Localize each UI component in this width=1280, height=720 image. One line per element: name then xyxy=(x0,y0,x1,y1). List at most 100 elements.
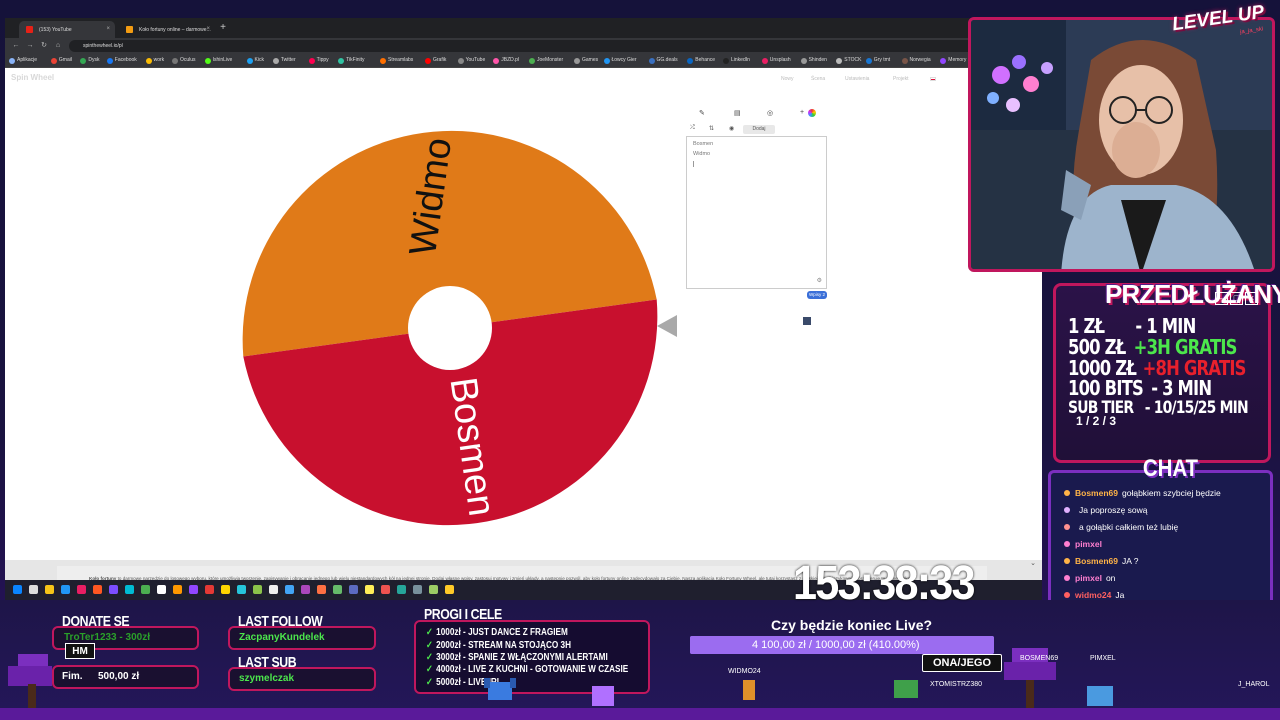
browser-capture: (153) YouTube × Koło fortuny online – da… xyxy=(5,18,1042,598)
taskbar-app-icon[interactable] xyxy=(333,585,342,594)
new-tab-button[interactable]: + xyxy=(217,22,229,34)
color-wheel-icon[interactable] xyxy=(808,109,816,117)
taskbar-app-icon[interactable] xyxy=(381,585,390,594)
taskbar-app-icon[interactable] xyxy=(45,585,54,594)
plus-icon[interactable]: + xyxy=(800,109,804,116)
clipboard-icon[interactable]: ▤ xyxy=(734,109,741,117)
badge-icon xyxy=(1064,507,1070,513)
taskbar-app-icon[interactable] xyxy=(429,585,438,594)
taskbar-app-icon[interactable] xyxy=(173,585,182,594)
tab-wheel[interactable]: Koło fortuny online – darmowe... × xyxy=(119,21,215,38)
bookmark-item[interactable]: Dysk xyxy=(80,57,100,64)
chat-text: a gołąbki całkiem też lubię xyxy=(1079,522,1179,532)
bookmark-item[interactable]: Gmail xyxy=(50,57,72,64)
chat-text: Ja poproszę sową xyxy=(1079,505,1148,515)
cursor-square xyxy=(803,317,811,325)
settings-icon[interactable]: ⚙ xyxy=(817,277,822,284)
home-icon[interactable]: ⌂ xyxy=(53,41,63,51)
taskbar-app-icon[interactable] xyxy=(413,585,422,594)
nav-project[interactable]: Projekt xyxy=(893,76,909,82)
image-icon[interactable]: ◉ xyxy=(729,125,734,132)
taskbar-app-icon[interactable] xyxy=(109,585,118,594)
bookmark-item[interactable]: Unsplash xyxy=(761,57,791,64)
sub-tier-levels: 1 / 2 / 3 xyxy=(1076,414,1117,428)
taskbar-app-icon[interactable] xyxy=(269,585,278,594)
last-sub-value: szymelczak xyxy=(239,673,295,684)
bookmark-item[interactable]: STOCK xyxy=(836,57,861,64)
taskbar-app-icon[interactable] xyxy=(29,585,38,594)
chevron-down-icon[interactable]: ⌄ xyxy=(1030,559,1036,567)
donate-value: TroTer1233 - 300zł xyxy=(64,632,150,643)
bookmark-item[interactable]: Grafik xyxy=(425,57,446,64)
bookmark-item[interactable]: YouTube xyxy=(457,57,485,64)
bookmark-item[interactable]: TikFinity xyxy=(338,57,365,64)
reload-icon[interactable]: ↻ xyxy=(39,41,49,51)
taskbar-app-icon[interactable] xyxy=(445,585,454,594)
taskbar-app-icon[interactable] xyxy=(13,585,22,594)
bookmark-item[interactable]: IshinLive xyxy=(204,57,232,64)
taskbar-app-icon[interactable] xyxy=(253,585,262,594)
taskbar-app-icon[interactable] xyxy=(77,585,86,594)
taskbar-app-icon[interactable] xyxy=(397,585,406,594)
bookmark-item[interactable]: LinkedIn xyxy=(723,57,750,64)
check-icon: ✓ xyxy=(426,640,433,651)
taskbar-app-icon[interactable] xyxy=(61,585,70,594)
chat-username: pimxel xyxy=(1075,539,1102,549)
taskbar-app-icon[interactable] xyxy=(301,585,310,594)
sort-icon[interactable]: ⇅ xyxy=(709,125,714,132)
site-logo[interactable]: Spin Wheel xyxy=(11,73,54,82)
polish-flag-icon[interactable] xyxy=(930,77,936,81)
bookmark-item[interactable]: JoeMonster xyxy=(529,57,563,64)
pixel-name: WIDMO24 xyxy=(728,668,761,675)
pencil-icon[interactable]: ✎ xyxy=(699,109,705,117)
taskbar-app-icon[interactable] xyxy=(125,585,134,594)
close-tab-icon[interactable]: × xyxy=(106,26,110,32)
nav-settings[interactable]: Ustawienia xyxy=(845,76,869,82)
taskbar-app-icon[interactable] xyxy=(93,585,102,594)
spin-wheel[interactable]: Widmo Bosmen xyxy=(241,119,659,537)
bookmark-item[interactable]: Streamlabs xyxy=(380,57,413,64)
row-reward: - 3 MIN xyxy=(1151,376,1212,400)
taskbar-app-icon[interactable] xyxy=(189,585,198,594)
bookmark-item[interactable]: JBZD.pl xyxy=(493,57,519,64)
taskbar-app-icon[interactable] xyxy=(237,585,246,594)
bookmark-item[interactable]: Facebook xyxy=(106,57,137,64)
entries-count-badge: Wpisy 2 xyxy=(807,291,827,299)
close-tab-icon[interactable]: × xyxy=(206,26,210,32)
taskbar-app-icon[interactable] xyxy=(157,585,166,594)
taskbar-app-icon[interactable] xyxy=(349,585,358,594)
bookmark-item[interactable]: Games xyxy=(574,57,598,64)
url-input[interactable]: spinthewheel.io/pl xyxy=(69,40,1029,52)
bookmark-item[interactable]: Memory 5 xyxy=(940,57,971,64)
bookmark-item[interactable]: Łowcy Gier xyxy=(603,57,637,64)
forward-icon[interactable]: → xyxy=(25,41,35,51)
nav-new[interactable]: Nowy xyxy=(781,76,794,82)
taskbar-app-icon[interactable] xyxy=(317,585,326,594)
bookmark-item[interactable]: Norwegia xyxy=(901,57,931,64)
chat-message: widmo24 Ja xyxy=(1064,590,1124,600)
taskbar-app-icon[interactable] xyxy=(285,585,294,594)
taskbar-app-icon[interactable] xyxy=(221,585,230,594)
bookmark-item[interactable]: work xyxy=(145,57,164,64)
add-button[interactable]: Dodaj xyxy=(743,125,775,134)
back-icon[interactable]: ← xyxy=(11,41,21,51)
taskbar-app-icon[interactable] xyxy=(205,585,214,594)
bookmark-item[interactable]: Behance xyxy=(687,57,715,64)
bookmark-item[interactable]: Oculus xyxy=(172,57,196,64)
taskbar-app-icon[interactable] xyxy=(141,585,150,594)
bookmark-item[interactable]: Shinden xyxy=(800,57,827,64)
taskbar-app-icon[interactable] xyxy=(365,585,374,594)
bookmark-item[interactable]: Gry tmt xyxy=(865,57,890,64)
nav-scene[interactable]: Ścena xyxy=(811,76,825,82)
eye-off-icon[interactable]: ◎ xyxy=(767,109,773,117)
check-icon: ✓ xyxy=(426,664,433,675)
bookmark-item[interactable]: Aplikacje xyxy=(9,57,37,64)
bookmark-item[interactable]: Kick xyxy=(246,57,264,64)
tab-youtube[interactable]: (153) YouTube × xyxy=(19,21,115,38)
bookmark-item[interactable]: Tippy xyxy=(308,57,329,64)
close-icon: × xyxy=(1245,292,1258,305)
bookmark-item[interactable]: Twitter xyxy=(272,57,296,64)
shuffle-icon[interactable]: ⤮ xyxy=(690,125,695,132)
bookmark-item[interactable]: GG.deals xyxy=(648,57,678,64)
entries-textarea[interactable]: Bosmen Widmo ⚙ xyxy=(686,136,827,289)
